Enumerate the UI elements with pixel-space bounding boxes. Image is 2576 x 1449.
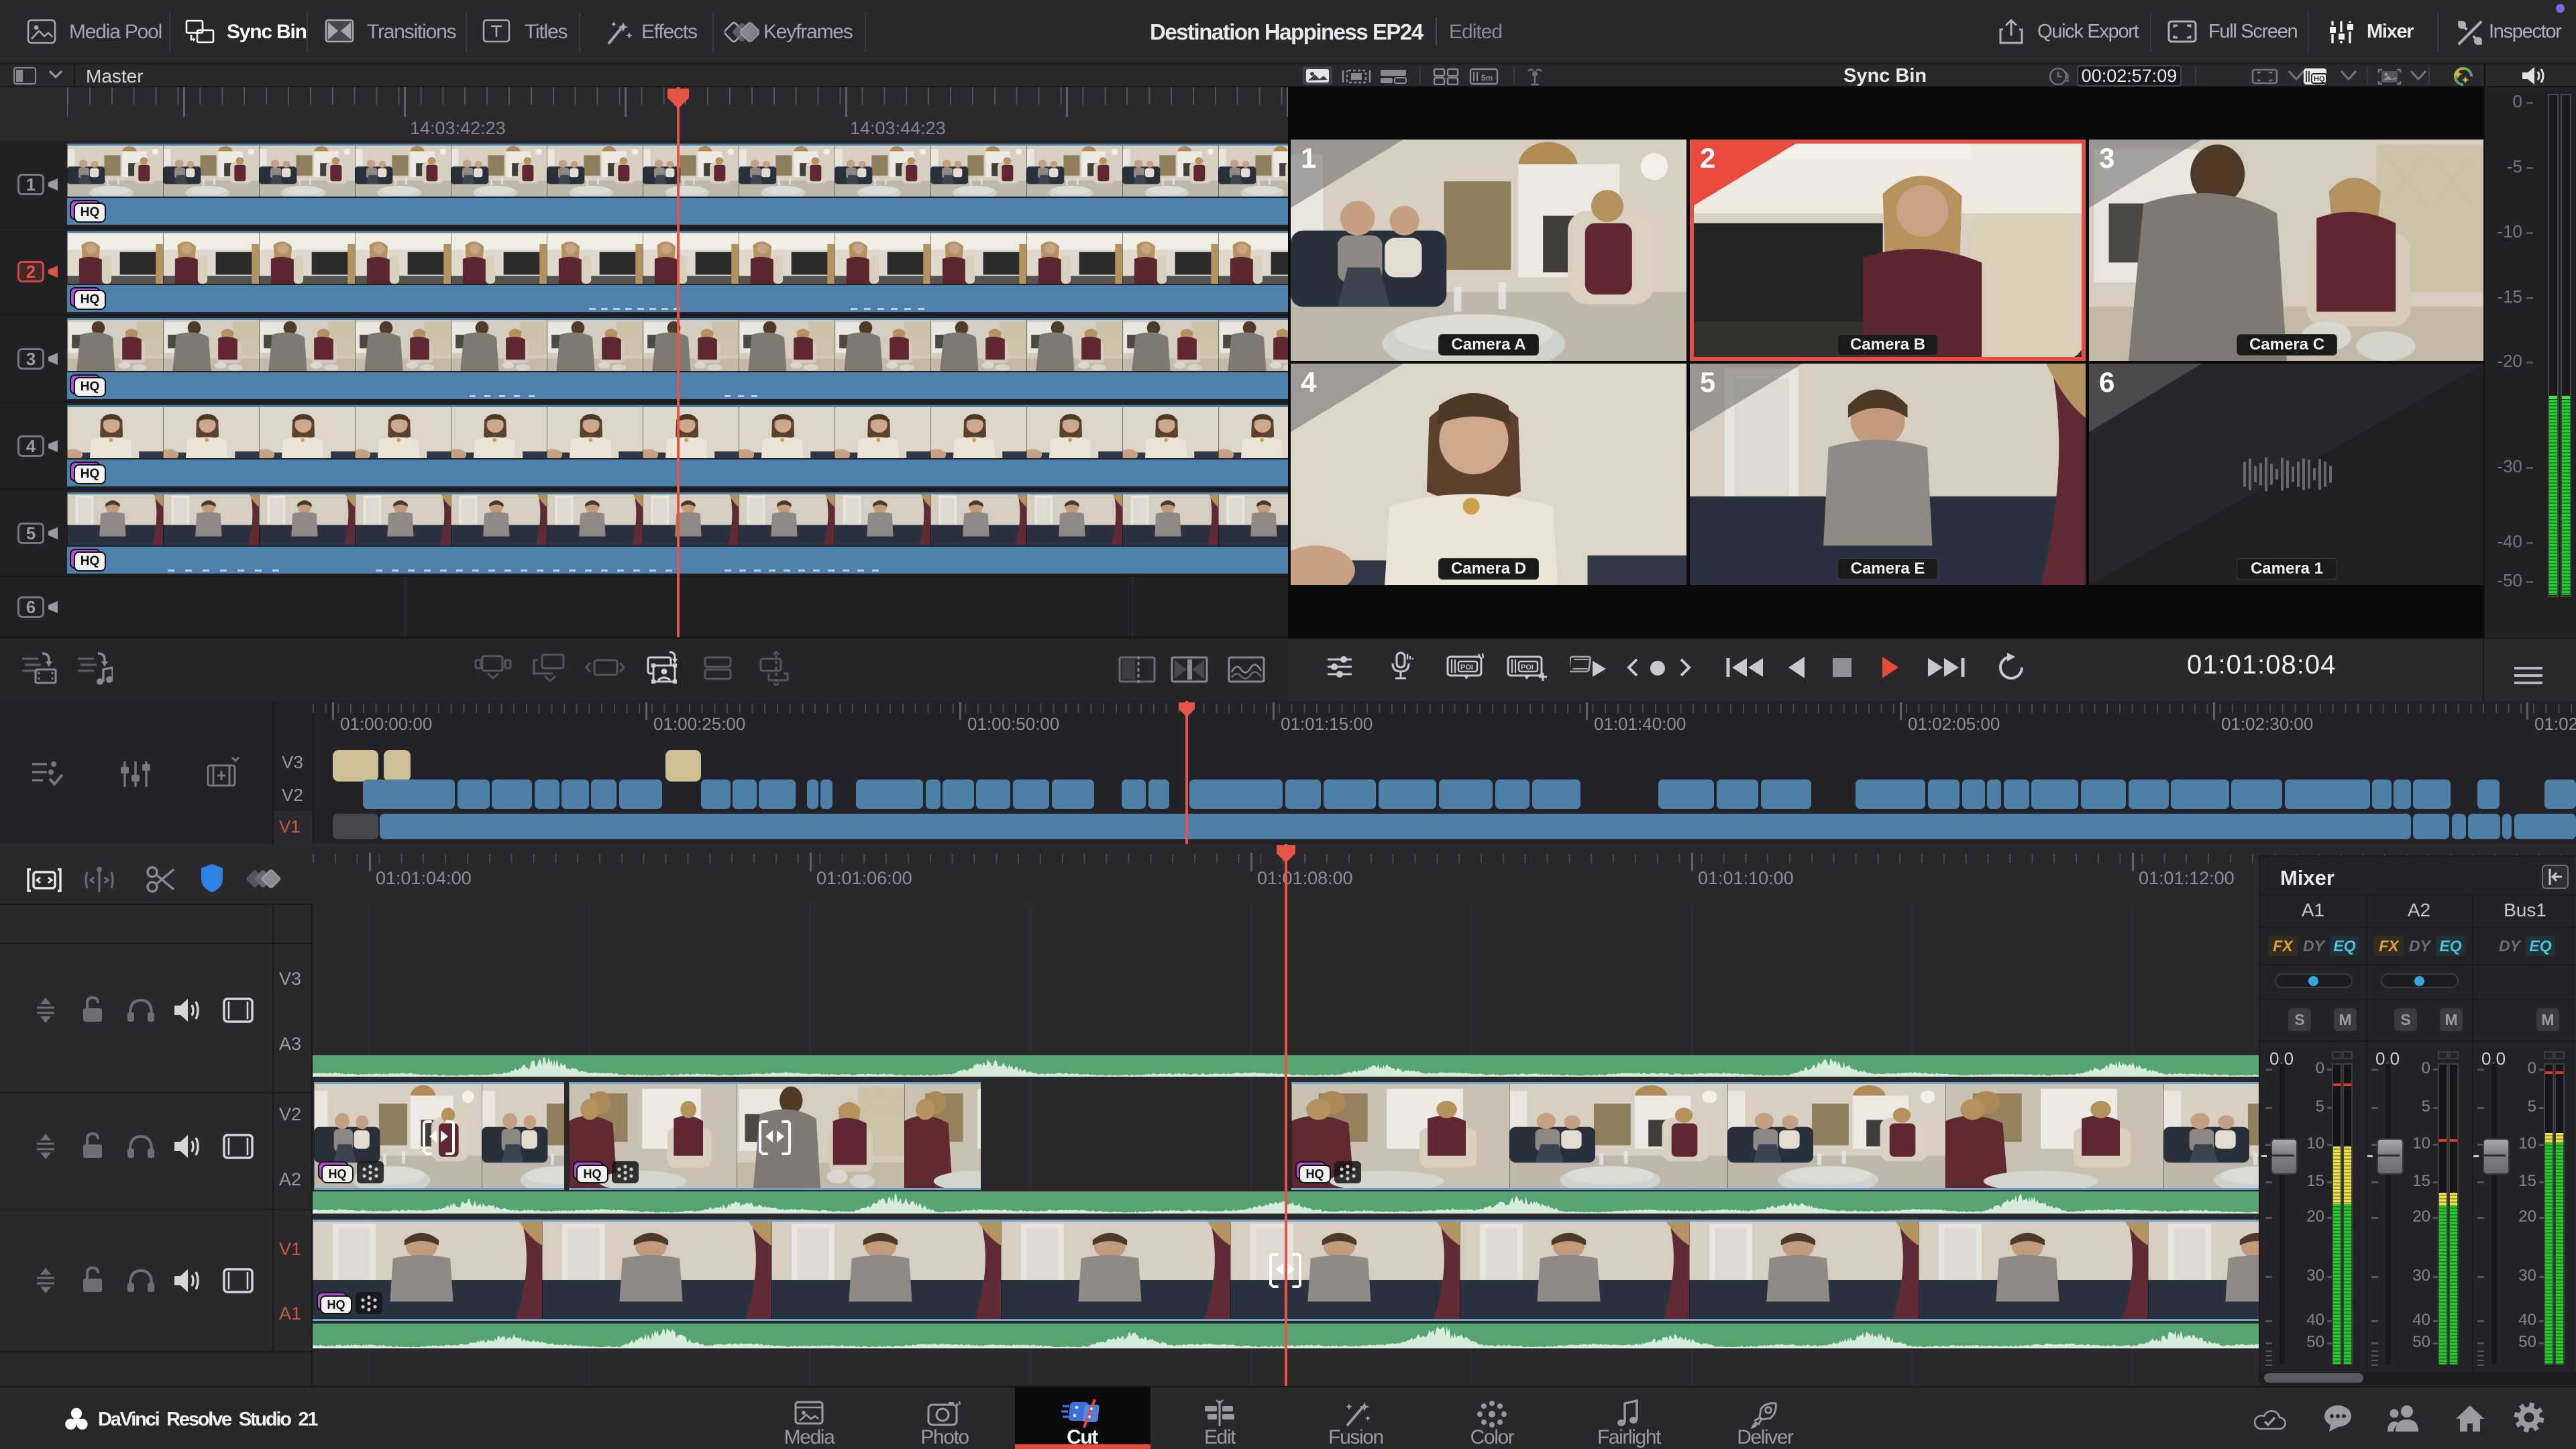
svg-text:HQ: HQ: [2314, 75, 2325, 83]
svg-text:POI: POI: [1460, 663, 1473, 672]
svg-text:POI: POI: [1521, 663, 1534, 672]
svg-text:5m: 5m: [1481, 73, 1493, 83]
